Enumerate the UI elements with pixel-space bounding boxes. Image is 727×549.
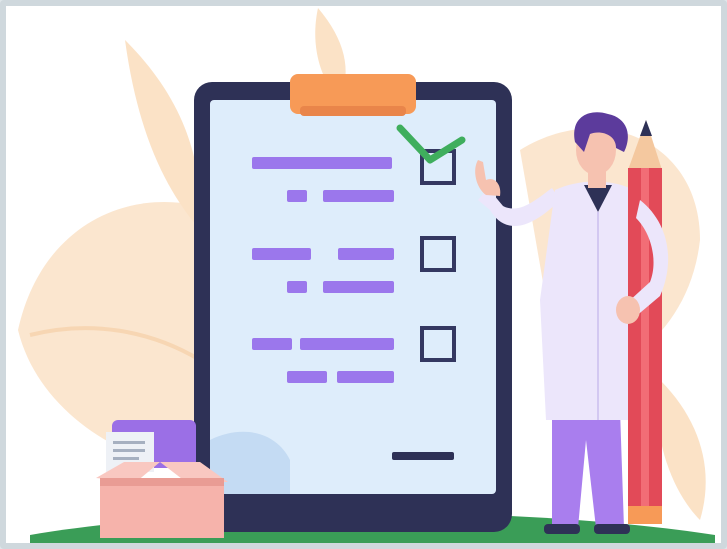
text-line [300, 338, 394, 350]
trousers [552, 410, 624, 528]
text-line [337, 371, 394, 383]
clipboard [194, 74, 512, 532]
shoe [594, 524, 630, 534]
checklist-illustration [18, 8, 715, 543]
paper-line [113, 441, 145, 444]
text-line [252, 157, 392, 169]
text-line [252, 248, 311, 260]
shoe [544, 524, 580, 534]
text-line [287, 281, 307, 293]
box-body [100, 478, 224, 538]
pencil-lead [640, 120, 652, 136]
text-line [287, 190, 307, 202]
leaf-top-left [125, 40, 201, 230]
text-line [323, 190, 394, 202]
text-line [323, 281, 394, 293]
pencil-ferrule [628, 506, 662, 524]
box-shadow [100, 478, 224, 486]
paper-line [113, 457, 139, 460]
leaf-right-lower [657, 380, 706, 520]
text-line [287, 371, 327, 383]
paper-line [113, 449, 145, 452]
illustration-frame [0, 0, 727, 549]
text-line [252, 338, 292, 350]
clipboard-clip-shadow [300, 106, 406, 116]
text-line [338, 248, 394, 260]
signature-line [392, 452, 454, 460]
holding-hand [616, 296, 640, 324]
